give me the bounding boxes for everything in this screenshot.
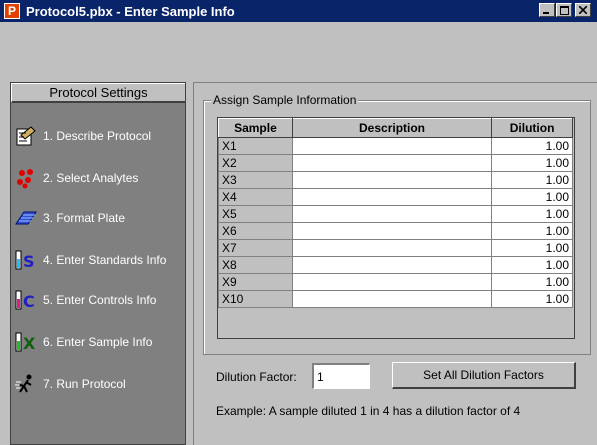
sample-cell[interactable]: X6: [218, 222, 293, 240]
table-row: X10 1.00: [218, 290, 573, 308]
samples-icon: X: [13, 330, 39, 354]
description-cell[interactable]: [291, 188, 493, 206]
example-text: Example: A sample diluted 1 in 4 has a d…: [216, 404, 521, 418]
sidebar-item-enter-controls-info[interactable]: C 5. Enter Controls Info: [13, 285, 185, 315]
run-icon: [13, 372, 39, 396]
dilution-cell[interactable]: 1.00: [491, 154, 573, 172]
table-row: X3 1.00: [218, 171, 573, 189]
sample-cell[interactable]: X10: [218, 290, 293, 308]
describe-icon: [13, 124, 39, 148]
dilution-cell[interactable]: 1.00: [491, 239, 573, 257]
sidebar-item-label: 6. Enter Sample Info: [43, 335, 153, 349]
dilution-cell[interactable]: 1.00: [491, 205, 573, 223]
dilution-factor-input[interactable]: [312, 363, 370, 389]
dilution-cell[interactable]: 1.00: [491, 273, 573, 291]
table-row: X1 1.00: [218, 137, 573, 155]
dilution-cell[interactable]: 1.00: [491, 222, 573, 240]
title-bar: P Protocol5.pbx - Enter Sample Info: [0, 0, 597, 22]
description-cell[interactable]: [291, 273, 493, 291]
sidebar-item-enter-standards-info[interactable]: S 4. Enter Standards Info: [13, 245, 185, 275]
sample-cell[interactable]: X7: [218, 239, 293, 257]
analytes-icon: [13, 166, 39, 190]
standards-icon: S: [13, 248, 39, 272]
column-header-sample[interactable]: Sample: [218, 118, 293, 138]
sidebar-item-label: 1. Describe Protocol: [43, 129, 152, 143]
column-header-description[interactable]: Description: [291, 118, 493, 138]
table-row: X5 1.00: [218, 205, 573, 223]
sidebar-item-label: 2. Select Analytes: [43, 171, 139, 185]
description-cell[interactable]: [291, 137, 493, 155]
close-button[interactable]: [575, 3, 591, 17]
sample-cell[interactable]: X4: [218, 188, 293, 206]
group-label: Assign Sample Information: [211, 93, 359, 107]
sidebar-item-select-analytes[interactable]: 2. Select Analytes: [13, 163, 185, 193]
minimize-icon: [543, 12, 549, 14]
sample-cell[interactable]: X8: [218, 256, 293, 274]
sample-cell[interactable]: X2: [218, 154, 293, 172]
svg-text:S: S: [23, 252, 35, 271]
controls-icon: C: [13, 288, 39, 312]
plate-icon: [13, 206, 39, 230]
sample-grid: Sample Description Dilution X1 1.00 X2 1…: [217, 117, 575, 339]
close-icon: [579, 6, 587, 14]
description-cell[interactable]: [291, 239, 493, 257]
dilution-cell[interactable]: 1.00: [491, 171, 573, 189]
maximize-icon: [559, 5, 569, 15]
table-row: X8 1.00: [218, 256, 573, 274]
dilution-cell[interactable]: 1.00: [491, 290, 573, 308]
table-row: X2 1.00: [218, 154, 573, 172]
table-row: X7 1.00: [218, 239, 573, 257]
sidebar-item-format-plate[interactable]: 3. Format Plate: [13, 203, 185, 233]
description-cell[interactable]: [291, 222, 493, 240]
sample-cell[interactable]: X5: [218, 205, 293, 223]
sidebar-item-enter-sample-info[interactable]: X 6. Enter Sample Info: [13, 327, 185, 357]
svg-text:C: C: [23, 292, 35, 311]
column-header-dilution[interactable]: Dilution: [491, 118, 573, 138]
protocol-settings-panel: Protocol Settings 1. Describe Protocol 2…: [10, 82, 186, 445]
description-cell[interactable]: [291, 171, 493, 189]
dilution-factor-label: Dilution Factor:: [216, 370, 297, 384]
table-row: X9 1.00: [218, 273, 573, 291]
sidebar-item-label: 5. Enter Controls Info: [43, 293, 157, 307]
sample-cell[interactable]: X3: [218, 171, 293, 189]
sidebar-item-label: 4. Enter Standards Info: [43, 253, 167, 267]
description-cell[interactable]: [291, 290, 493, 308]
protocol-settings-header: Protocol Settings: [11, 83, 185, 103]
maximize-button[interactable]: [556, 3, 572, 17]
window-title: Protocol5.pbx - Enter Sample Info: [26, 3, 235, 19]
sidebar-item-label: 3. Format Plate: [43, 211, 126, 225]
sidebar-item-run-protocol[interactable]: 7. Run Protocol: [13, 369, 185, 399]
description-cell[interactable]: [291, 205, 493, 223]
sample-table: Sample Description Dilution X1 1.00 X2 1…: [218, 118, 573, 308]
svg-text:X: X: [23, 334, 36, 353]
description-cell[interactable]: [291, 154, 493, 172]
table-row: X4 1.00: [218, 188, 573, 206]
minimize-button[interactable]: [539, 3, 555, 17]
dilution-cell[interactable]: 1.00: [491, 188, 573, 206]
sample-cell[interactable]: X9: [218, 273, 293, 291]
table-row: X6 1.00: [218, 222, 573, 240]
dilution-cell[interactable]: 1.00: [491, 137, 573, 155]
sample-cell[interactable]: X1: [218, 137, 293, 155]
window-controls: [539, 3, 591, 17]
set-all-dilution-factors-button[interactable]: Set All Dilution Factors: [392, 362, 576, 389]
dilution-cell[interactable]: 1.00: [491, 256, 573, 274]
sidebar-item-describe-protocol[interactable]: 1. Describe Protocol: [13, 121, 185, 151]
description-cell[interactable]: [291, 256, 493, 274]
app-icon: P: [4, 3, 20, 19]
sidebar-item-label: 7. Run Protocol: [43, 377, 126, 391]
